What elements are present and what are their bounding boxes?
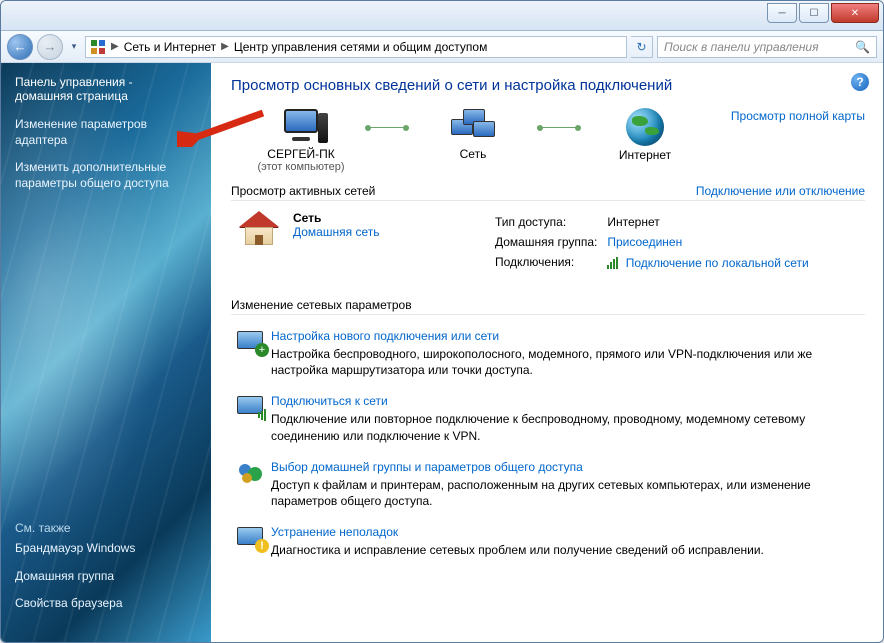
map-connector-icon (537, 127, 581, 128)
access-type-label: Тип доступа: (495, 213, 605, 231)
active-networks-title: Просмотр активных сетей (231, 184, 375, 198)
search-icon: 🔍 (855, 40, 870, 54)
page-title: Просмотр основных сведений о сети и наст… (231, 77, 865, 94)
maximize-button[interactable]: ☐ (799, 3, 829, 23)
option-troubleshoot-desc: Диагностика и исправление сетевых пробле… (271, 542, 865, 558)
connect-network-icon (231, 394, 271, 443)
option-troubleshoot: ! Устранение неполадок Диагностика и исп… (231, 517, 865, 566)
option-homegroup-desc: Доступ к файлам и принтерам, расположенн… (271, 477, 865, 509)
breadcrumb-seg-2[interactable]: Центр управления сетями и общим доступом (234, 40, 488, 54)
window-frame: ─ ☐ ✕ ← → ▾ ▶ Сеть и Интернет ▶ Центр уп… (0, 0, 884, 643)
map-net-label: Сеть (403, 147, 543, 161)
map-internet[interactable]: Интернет (575, 108, 715, 174)
refresh-icon: ↻ (636, 40, 646, 54)
homegroup-label: Домашняя группа: (495, 233, 605, 251)
map-network[interactable]: Сеть (403, 109, 543, 173)
sidebar-link-adapter-settings[interactable]: Изменение параметров адаптера (15, 117, 197, 148)
new-connection-icon: + (231, 329, 271, 378)
sidebar-home-line1: Панель управления - (15, 75, 133, 89)
globe-icon (626, 108, 664, 146)
access-type-value: Интернет (607, 213, 816, 231)
option-connect-network-desc: Подключение или повторное подключение к … (271, 411, 865, 443)
connect-disconnect-link[interactable]: Подключение или отключение (696, 184, 865, 198)
connections-label: Подключения: (495, 253, 605, 272)
search-placeholder: Поиск в панели управления (664, 40, 819, 54)
option-homegroup-link[interactable]: Выбор домашней группы и параметров общег… (271, 460, 865, 474)
see-also-browser-props[interactable]: Свойства браузера (15, 596, 135, 612)
main-panel: ? Просмотр основных сведений о сети и на… (211, 63, 883, 642)
network-icon (451, 109, 495, 145)
refresh-button[interactable]: ↻ (631, 36, 653, 58)
network-map: СЕРГЕЙ-ПК (этот компьютер) Сеть Интернет (231, 108, 865, 174)
map-pc-sublabel: (этот компьютер) (231, 161, 371, 173)
sidebar: Панель управления - домашняя страница Из… (1, 63, 211, 642)
active-network-row: Сеть Домашняя сеть Тип доступа: Интернет… (231, 207, 865, 288)
network-name: Сеть (293, 211, 493, 225)
troubleshoot-icon: ! (231, 525, 271, 558)
close-button[interactable]: ✕ (831, 3, 879, 23)
see-also-homegroup[interactable]: Домашняя группа (15, 569, 135, 585)
option-troubleshoot-link[interactable]: Устранение неполадок (271, 525, 865, 539)
option-new-connection-desc: Настройка беспроводного, широкополосного… (271, 346, 865, 378)
map-connector-icon (365, 127, 409, 128)
back-button[interactable]: ← (7, 34, 33, 60)
active-networks-header: Просмотр активных сетей Подключение или … (231, 184, 865, 201)
change-settings-header: Изменение сетевых параметров (231, 298, 865, 315)
help-icon[interactable]: ? (851, 73, 869, 91)
option-connect-network: Подключиться к сети Подключение или повт… (231, 386, 865, 451)
map-this-pc[interactable]: СЕРГЕЙ-ПК (этот компьютер) (231, 109, 371, 173)
options-list: + Настройка нового подключения или сети … (231, 321, 865, 566)
search-input[interactable]: Поиск в панели управления 🔍 (657, 36, 877, 58)
control-panel-icon (90, 39, 106, 55)
map-inet-label: Интернет (575, 148, 715, 162)
homegroup-icon (231, 460, 271, 509)
change-settings-title: Изменение сетевых параметров (231, 298, 412, 312)
homegroup-value-link[interactable]: Присоединен (607, 235, 682, 249)
connection-link[interactable]: Подключение по локальной сети (626, 256, 809, 270)
home-network-icon (237, 211, 281, 274)
window-buttons: ─ ☐ ✕ (765, 3, 879, 23)
forward-button[interactable]: → (37, 34, 63, 60)
sidebar-home-line2: домашняя страница (15, 89, 128, 103)
network-type-link[interactable]: Домашняя сеть (293, 225, 493, 239)
see-also-header: См. также (15, 521, 135, 535)
pc-icon (280, 109, 322, 145)
active-network-props: Тип доступа: Интернет Домашняя группа: П… (493, 211, 865, 274)
minimize-button[interactable]: ─ (767, 3, 797, 23)
nav-history-dropdown[interactable]: ▾ (67, 37, 81, 57)
active-network-info: Сеть Домашняя сеть (293, 211, 493, 274)
sidebar-see-also: См. также Брандмауэр Windows Домашняя гр… (15, 521, 135, 624)
see-also-firewall[interactable]: Брандмауэр Windows (15, 541, 135, 557)
breadcrumb[interactable]: ▶ Сеть и Интернет ▶ Центр управления сет… (85, 36, 627, 58)
sidebar-link-sharing-settings[interactable]: Изменить дополнительные параметры общего… (15, 160, 197, 191)
body: Панель управления - домашняя страница Из… (1, 63, 883, 642)
option-new-connection: + Настройка нового подключения или сети … (231, 321, 865, 386)
option-connect-network-link[interactable]: Подключиться к сети (271, 394, 865, 408)
sidebar-home-link[interactable]: Панель управления - домашняя страница (15, 75, 197, 103)
breadcrumb-seg-1[interactable]: Сеть и Интернет (124, 40, 216, 54)
option-new-connection-link[interactable]: Настройка нового подключения или сети (271, 329, 865, 343)
option-homegroup: Выбор домашней группы и параметров общег… (231, 452, 865, 517)
titlebar: ─ ☐ ✕ (1, 1, 883, 31)
breadcrumb-sep-icon: ▶ (218, 41, 232, 52)
map-pc-label: СЕРГЕЙ-ПК (231, 147, 371, 161)
signal-icon (607, 257, 619, 269)
breadcrumb-sep-icon: ▶ (108, 41, 122, 52)
navbar: ← → ▾ ▶ Сеть и Интернет ▶ Центр управлен… (1, 31, 883, 63)
